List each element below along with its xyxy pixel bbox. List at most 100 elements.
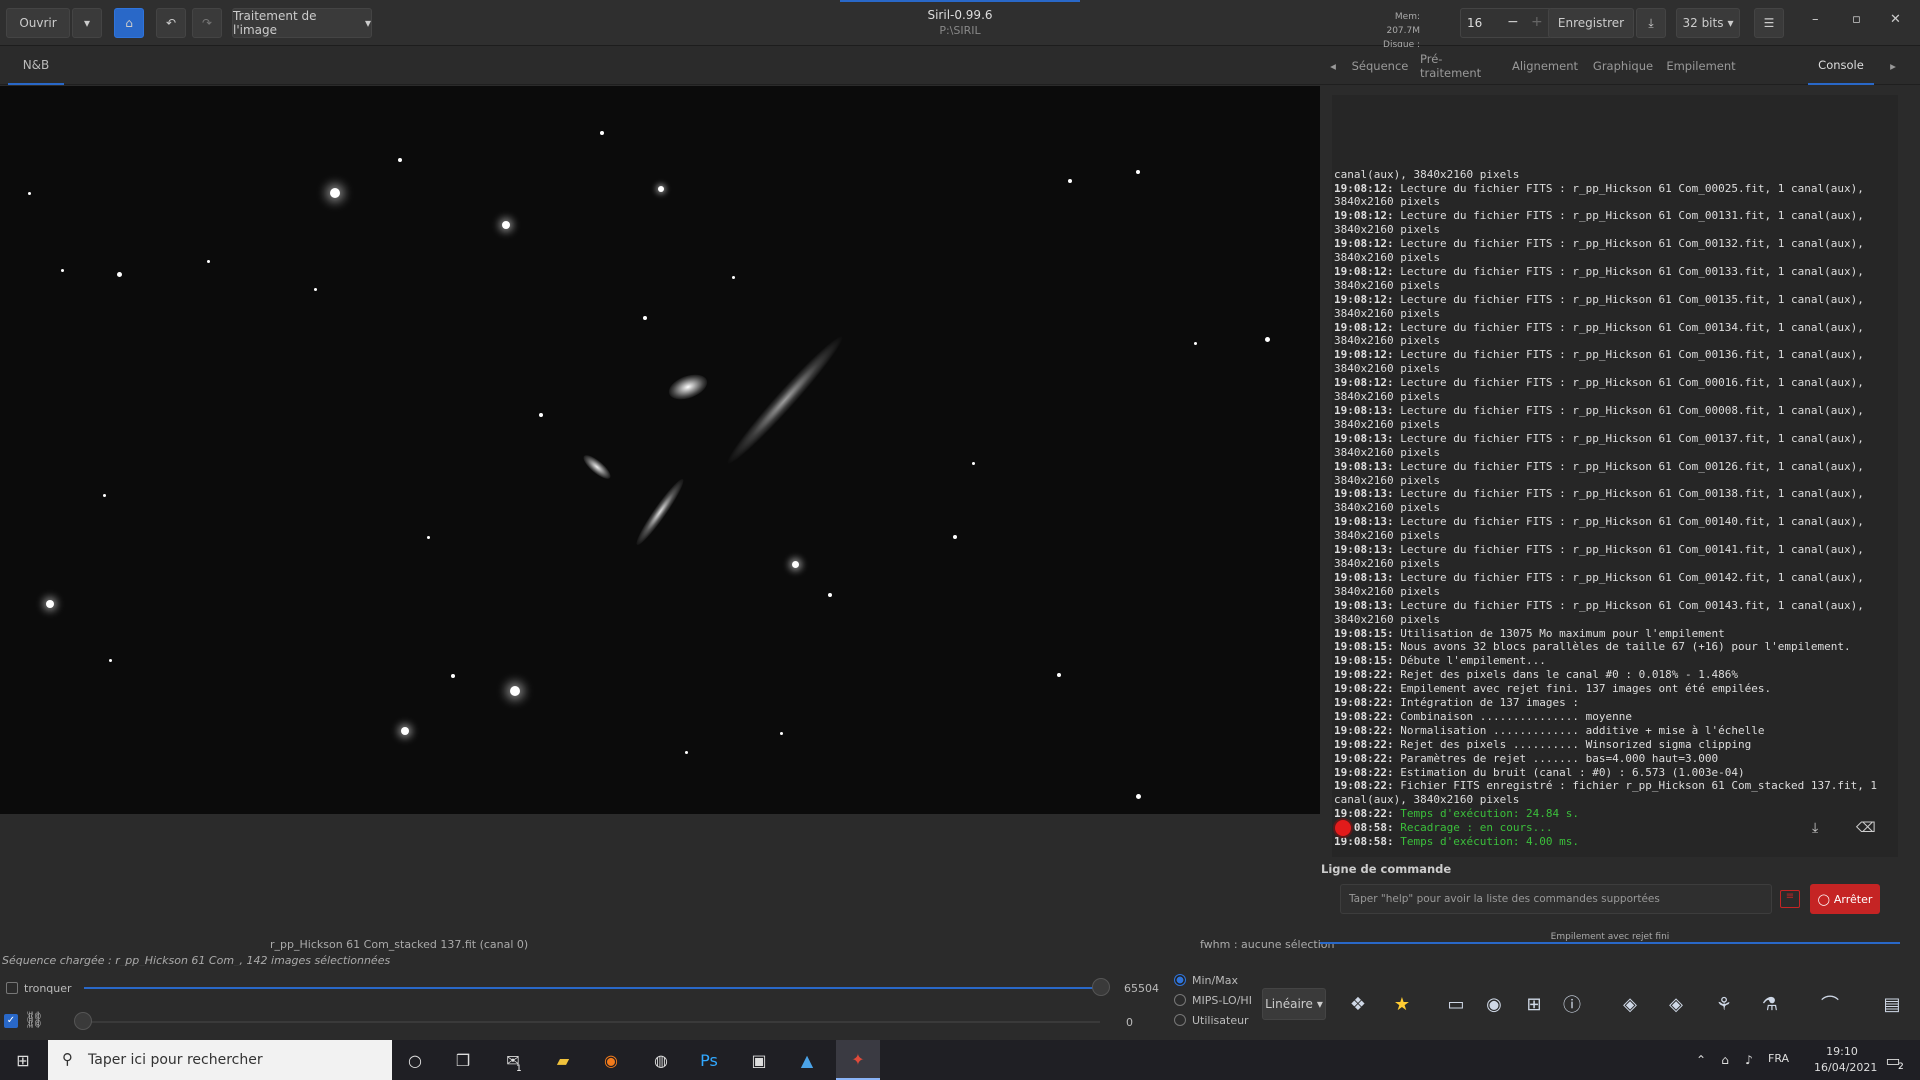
- max-slider-handle[interactable]: [1092, 978, 1110, 996]
- hamburger-menu-icon[interactable]: ☰: [1754, 8, 1784, 38]
- radio-user[interactable]: [1174, 1014, 1186, 1026]
- min-slider-handle[interactable]: [74, 1012, 92, 1030]
- mail-badge: 1: [516, 1064, 522, 1074]
- info-icon[interactable]: ⓘ: [1556, 988, 1588, 1020]
- star-photometry-icon[interactable]: ★: [1386, 988, 1418, 1020]
- tab-mono[interactable]: N&B: [8, 47, 64, 85]
- home-icon[interactable]: ⌂: [114, 8, 144, 38]
- min-slider-track[interactable]: [84, 1021, 1100, 1023]
- psf-icon[interactable]: ◈: [1614, 988, 1646, 1020]
- image-view[interactable]: [0, 86, 1320, 814]
- tab-scroll-left-icon[interactable]: ◂: [1326, 47, 1340, 85]
- cortana-icon[interactable]: ○: [400, 1046, 430, 1074]
- star: [427, 536, 430, 539]
- star: [451, 674, 455, 678]
- color-calibration-icon[interactable]: ⚗: [1754, 988, 1786, 1020]
- close-icon[interactable]: ✕: [1890, 12, 1901, 27]
- command-input[interactable]: Taper "help" pour avoir la liste des com…: [1340, 884, 1772, 914]
- record-log-icon[interactable]: [1335, 820, 1351, 836]
- save-as-icon[interactable]: ⤓: [1636, 8, 1666, 38]
- search-placeholder: Taper ici pour rechercher: [88, 1052, 263, 1068]
- file-explorer-icon[interactable]: ▰: [548, 1046, 578, 1074]
- console-line: 19:08:12: Lecture du fichier FITS : r_pp…: [1334, 293, 1896, 321]
- save-button[interactable]: Enregistrer: [1548, 8, 1634, 38]
- colormap-icon[interactable]: ❖: [1342, 988, 1374, 1020]
- volume-icon[interactable]: ♪: [1734, 1046, 1764, 1074]
- undo-icon[interactable]: ↶: [156, 8, 186, 38]
- taskbar-clock[interactable]: 19:10 16/04/2021: [1814, 1044, 1877, 1076]
- console-line: 19:08:13: Lecture du fichier FITS : r_pp…: [1334, 599, 1896, 627]
- console-line: 19:08:13: Lecture du fichier FITS : r_pp…: [1334, 460, 1896, 488]
- console-line: 19:08:58: Temps d'exécution: 4.00 ms.: [1334, 835, 1896, 849]
- radio-minmax[interactable]: [1174, 974, 1186, 986]
- plus-icon[interactable]: +: [1531, 14, 1543, 30]
- tab-preprocessing[interactable]: Pré-traitement: [1420, 47, 1500, 85]
- console-message: Lecture du fichier FITS : r_pp_Hickson 6…: [1334, 487, 1871, 515]
- thread-count-spinner[interactable]: 16 − +: [1460, 8, 1552, 38]
- galaxy-spiral: [632, 475, 688, 549]
- windows-start-icon[interactable]: ⊞: [8, 1046, 38, 1074]
- console-message: Rejet des pixels dans le canal #0 : 0.01…: [1393, 668, 1738, 682]
- image-processing-menu[interactable]: Traitement de l'image ▾: [232, 8, 372, 38]
- console-message: Normalisation ............. additive + m…: [1393, 723, 1765, 737]
- clock-time: 19:10: [1826, 1045, 1858, 1058]
- tab-sequence[interactable]: Séquence: [1350, 47, 1410, 85]
- console-log[interactable]: canal(aux), 3840x2160 pixels 19:08:12: Le…: [1332, 95, 1898, 857]
- stop-icon: ◯: [1817, 892, 1830, 906]
- console-line: 19:08:12: Lecture du fichier FITS : r_pp…: [1334, 182, 1896, 210]
- radio-mips[interactable]: [1174, 994, 1186, 1006]
- language-indicator[interactable]: FRA: [1768, 1052, 1789, 1065]
- minus-icon[interactable]: −: [1507, 14, 1519, 30]
- console-timestamp: 19:08:22:: [1334, 723, 1394, 737]
- link-checkbox[interactable]: ✓: [4, 1014, 18, 1028]
- grid-view-icon[interactable]: ⊞: [1518, 988, 1550, 1020]
- console-line: 19:08:22: Empilement avec rejet fini. 13…: [1334, 682, 1896, 696]
- console-timestamp: 19:08:15:: [1334, 640, 1394, 654]
- single-view-icon[interactable]: ▭: [1440, 988, 1472, 1020]
- taskbar-search[interactable]: ⚲ Taper ici pour rechercher: [48, 1040, 392, 1080]
- redo-icon[interactable]: ↷: [192, 8, 222, 38]
- truncate-checkbox[interactable]: [6, 982, 18, 994]
- photos-icon[interactable]: ▲: [792, 1046, 822, 1074]
- open-dropdown-icon[interactable]: ▾: [72, 8, 102, 38]
- windows-taskbar: ⊞ ⚲ Taper ici pour rechercher ○ ❒ ✉ 1 ▰ …: [0, 1040, 1920, 1080]
- minimize-icon[interactable]: –: [1812, 12, 1819, 27]
- galaxy-small: [580, 451, 614, 483]
- siril-taskbar-icon[interactable]: ✦: [836, 1040, 880, 1080]
- console-message: Combinaison ............... moyenne: [1393, 709, 1633, 723]
- clear-console-icon[interactable]: ⌫: [1856, 820, 1876, 836]
- console-line: 19:08:22: Rejet des pixels dans le canal…: [1334, 668, 1896, 682]
- photoshop-icon[interactable]: Ps: [694, 1046, 724, 1074]
- app-icon[interactable]: ◍: [646, 1046, 676, 1074]
- image-viewer-icon[interactable]: ▣: [744, 1046, 774, 1074]
- open-button[interactable]: Ouvrir: [6, 8, 70, 38]
- histogram-transform-icon[interactable]: ◈: [1660, 988, 1692, 1020]
- firefox-icon[interactable]: ◉: [596, 1046, 626, 1074]
- tab-stacking[interactable]: Empilement: [1666, 47, 1736, 85]
- max-slider-track[interactable]: [84, 987, 1100, 989]
- scroll-bottom-icon[interactable]: ⤓: [1812, 820, 1818, 836]
- console-message: Empilement avec rejet fini. 137 images o…: [1393, 682, 1772, 696]
- console-line: 19:08:12: Lecture du fichier FITS : r_pp…: [1334, 376, 1896, 404]
- star: [502, 221, 510, 229]
- radio-minmax-label: Min/Max: [1192, 974, 1238, 987]
- link-icon[interactable]: ⛓: [24, 1010, 44, 1029]
- bit-depth-menu[interactable]: 32 bits ▾: [1676, 8, 1740, 38]
- maximize-icon[interactable]: ▫: [1852, 12, 1861, 27]
- tab-scroll-right-icon[interactable]: ▸: [1886, 47, 1900, 85]
- tab-registration[interactable]: Alignement: [1510, 47, 1580, 85]
- stop-button[interactable]: ◯ Arrêter: [1810, 884, 1880, 914]
- statistics-icon[interactable]: ▤: [1876, 988, 1908, 1020]
- tab-console[interactable]: Console: [1808, 47, 1874, 85]
- rgb-compose-icon[interactable]: ⚘: [1708, 988, 1740, 1020]
- curves-icon[interactable]: ⌒: [1814, 988, 1846, 1020]
- tab-plot[interactable]: Graphique: [1590, 47, 1656, 85]
- task-view-icon[interactable]: ❒: [448, 1046, 478, 1074]
- scale-dropdown[interactable]: Linéaire ▾: [1262, 988, 1326, 1020]
- snapshot-icon[interactable]: ◉: [1478, 988, 1510, 1020]
- thread-count-value: 16: [1467, 16, 1483, 30]
- mail-icon[interactable]: ✉: [498, 1046, 528, 1074]
- command-help-icon[interactable]: ≡: [1780, 890, 1800, 908]
- console-message: Recadrage : en cours...: [1393, 821, 1553, 835]
- bit-depth-label: 32 bits: [1682, 16, 1724, 30]
